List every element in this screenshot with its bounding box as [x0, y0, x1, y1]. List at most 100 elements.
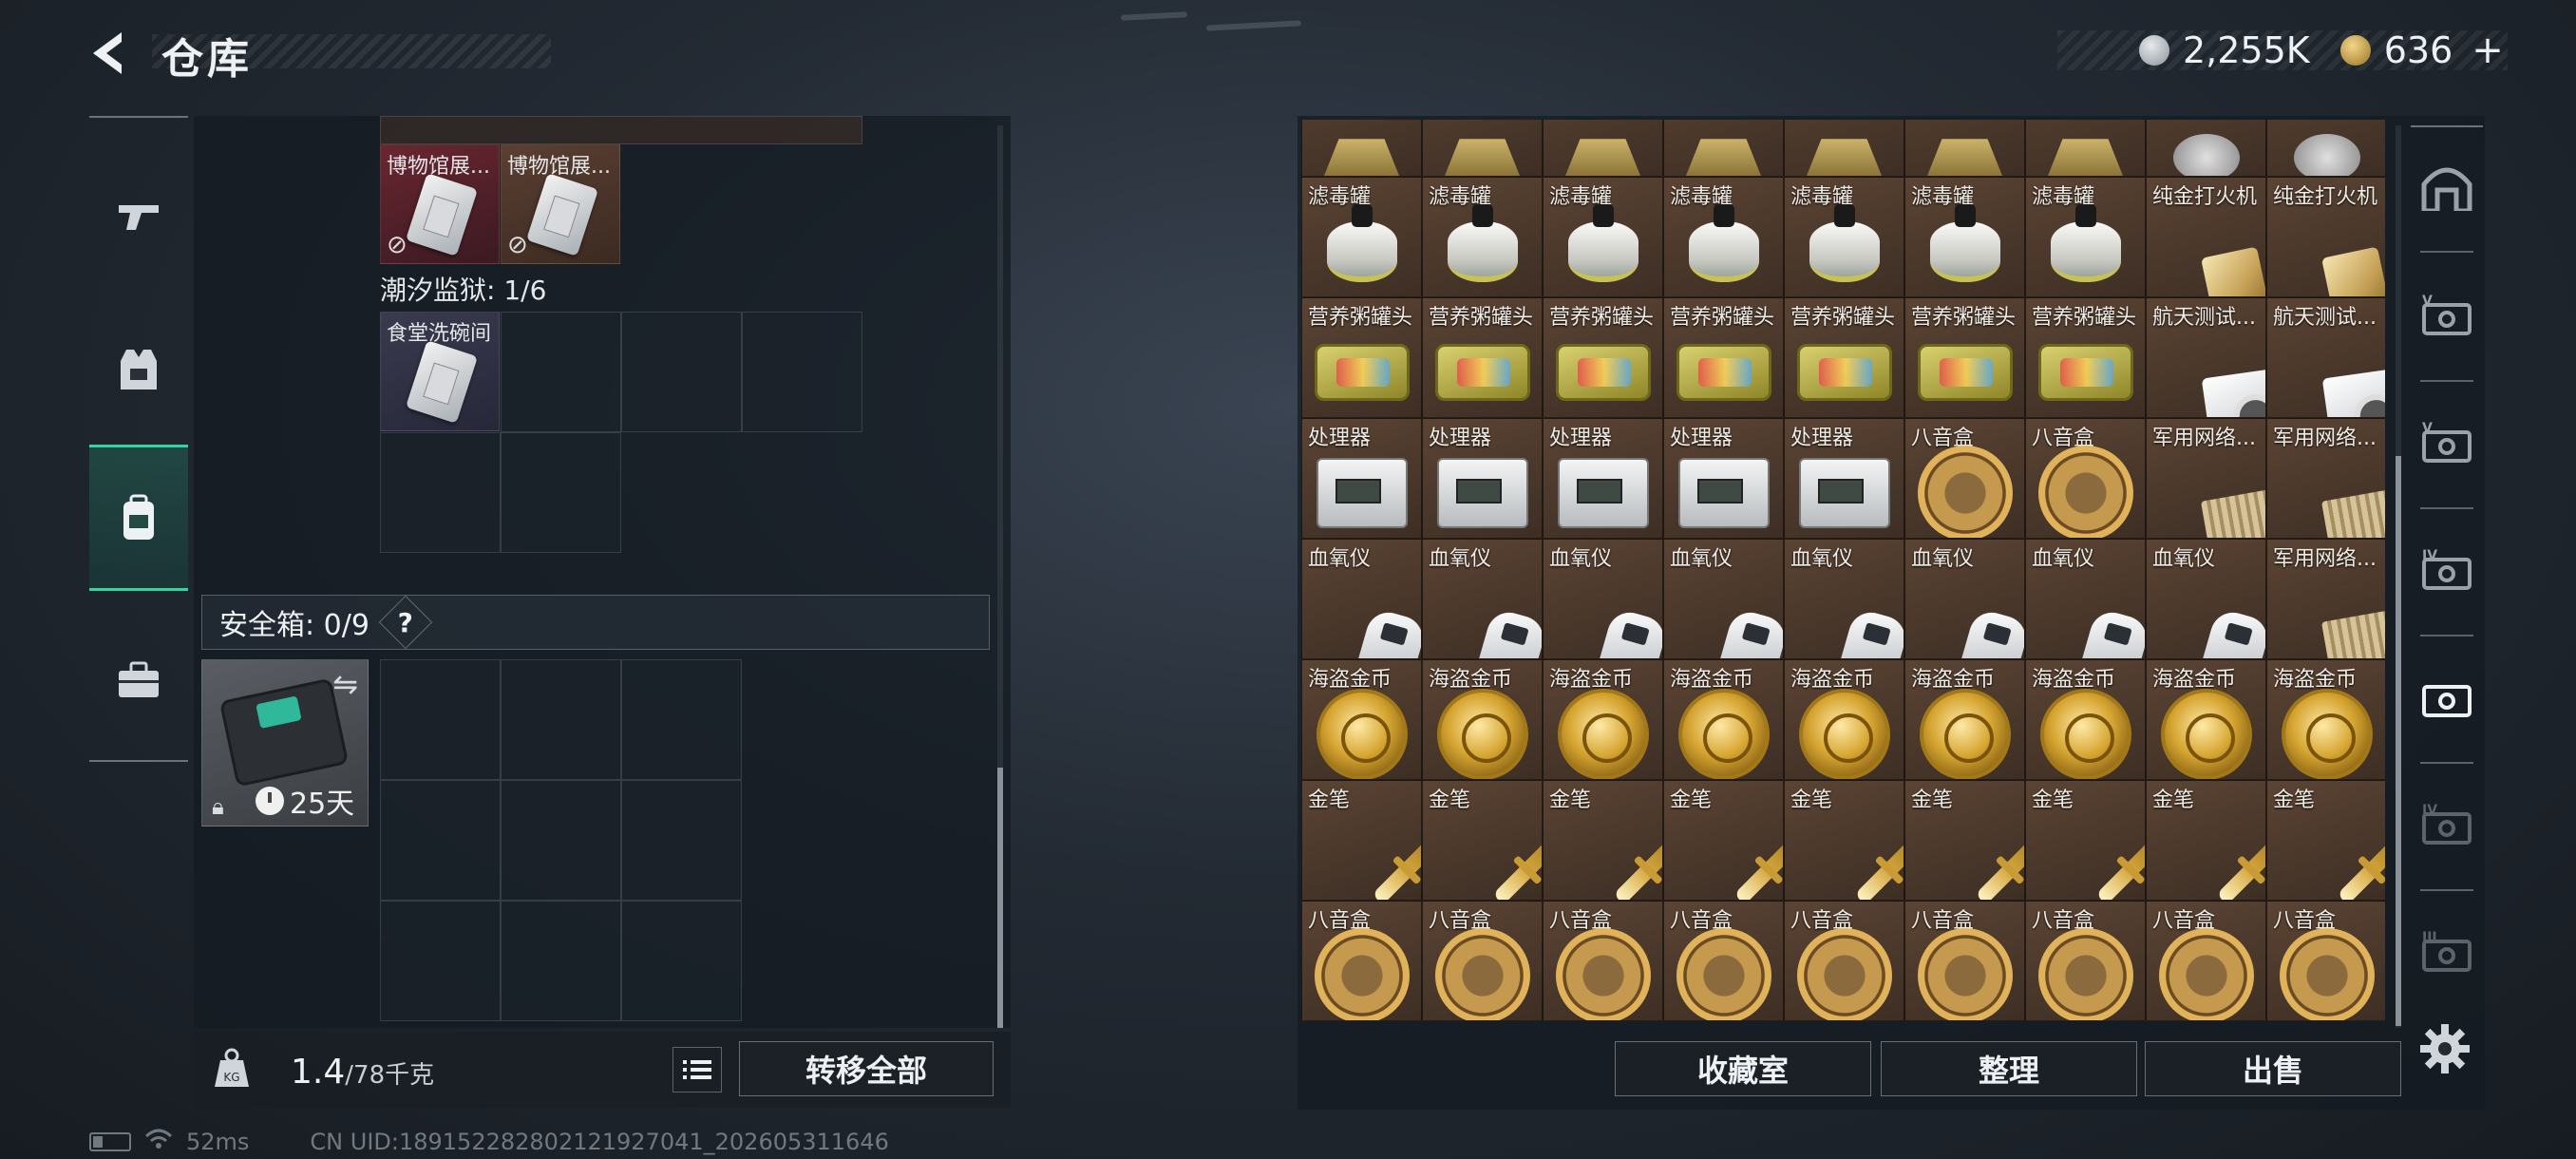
stash-item[interactable]: 血氧仪	[1301, 539, 1422, 659]
stash-item[interactable]: 滤毒罐	[1784, 177, 1904, 297]
empty-slot[interactable]	[621, 312, 742, 432]
stash-item[interactable]: 军用网络...	[2266, 418, 2385, 539]
stash-item[interactable]: 海盗金币	[2266, 659, 2385, 780]
stash-tab-home[interactable]	[2416, 156, 2477, 217]
stash-item[interactable]: 八音盒	[2146, 901, 2266, 1021]
stash-item[interactable]: 金笔	[2266, 780, 2385, 901]
stash-item[interactable]: 八音盒	[1543, 901, 1663, 1021]
stash-item[interactable]: 航天测试...	[2266, 297, 2385, 418]
stash-tab-v1[interactable]: V	[2416, 285, 2477, 346]
stash-item[interactable]: 血氧仪	[2146, 539, 2266, 659]
stash-item[interactable]: 军用网络...	[2266, 539, 2385, 659]
canteen-keycard[interactable]: 食堂洗碗间	[380, 312, 500, 431]
safe-box-slot[interactable]	[621, 780, 742, 901]
settings-gear-icon[interactable]	[2418, 1022, 2472, 1075]
stash-item[interactable]: 金笔	[1543, 780, 1663, 901]
stash-item[interactable]: 滤毒罐	[1663, 177, 1784, 297]
stash-item[interactable]: 营养粥罐头	[1784, 297, 1904, 418]
stash-item-partial[interactable]	[1663, 120, 1784, 177]
safe-box-slot[interactable]	[380, 780, 501, 901]
stash-scroll-thumb[interactable]	[2396, 456, 2401, 1026]
empty-slot[interactable]	[380, 432, 501, 553]
stash-item[interactable]: 海盗金币	[1301, 659, 1422, 780]
stash-item[interactable]: 金笔	[1784, 780, 1904, 901]
safe-box[interactable]: ⇋ 🔒︎ 25天	[201, 659, 369, 826]
stash-item-partial[interactable]	[1904, 120, 2025, 177]
stash-item[interactable]: 滤毒罐	[1543, 177, 1663, 297]
safe-box-slot[interactable]	[501, 901, 621, 1021]
backpack-scroll-thumb[interactable]	[997, 768, 1003, 1028]
stash-item[interactable]: 八音盒	[1784, 901, 1904, 1021]
stash-item[interactable]: 航天测试...	[2146, 297, 2266, 418]
stash-item[interactable]: 海盗金币	[2146, 659, 2266, 780]
stash-item[interactable]: 血氧仪	[1904, 539, 2025, 659]
stash-item[interactable]: 处理器	[1784, 418, 1904, 539]
list-view-button[interactable]	[672, 1047, 722, 1092]
stash-tab-v2[interactable]: V	[2416, 412, 2477, 473]
stash-item[interactable]: 滤毒罐	[1301, 177, 1422, 297]
stash-item[interactable]: 八音盒	[2025, 901, 2146, 1021]
stash-item[interactable]: 血氧仪	[2025, 539, 2146, 659]
stash-item[interactable]: 八音盒	[2266, 901, 2385, 1021]
stash-item[interactable]: 海盗金币	[1784, 659, 1904, 780]
stash-tab-selected[interactable]	[2416, 667, 2477, 728]
transfer-all-button[interactable]: 转移全部	[739, 1041, 994, 1096]
safe-box-slot[interactable]	[501, 780, 621, 901]
stash-item[interactable]: 八音盒	[1663, 901, 1784, 1021]
stash-item[interactable]: 八音盒	[1904, 418, 2025, 539]
add-currency-button[interactable]: +	[2472, 28, 2504, 72]
stash-item[interactable]: 金笔	[1301, 780, 1422, 901]
stash-item[interactable]: 海盗金币	[2025, 659, 2146, 780]
stash-item[interactable]: 八音盒	[1422, 901, 1543, 1021]
stash-item[interactable]: 血氧仪	[1422, 539, 1543, 659]
sort-button[interactable]: 整理	[1881, 1041, 2137, 1096]
stash-item-partial[interactable]	[1784, 120, 1904, 177]
stash-item[interactable]: 处理器	[1663, 418, 1784, 539]
stash-item[interactable]: 营养粥罐头	[2025, 297, 2146, 418]
stash-item-partial[interactable]	[2266, 120, 2385, 177]
nav-weapon[interactable]	[89, 167, 188, 266]
safe-box-slot[interactable]	[621, 659, 742, 780]
stash-item[interactable]: 八音盒	[1904, 901, 2025, 1021]
stash-item[interactable]: 血氧仪	[1784, 539, 1904, 659]
stash-item[interactable]: 滤毒罐	[1422, 177, 1543, 297]
stash-item[interactable]: 八音盒	[1301, 901, 1422, 1021]
safe-box-slot[interactable]	[501, 659, 621, 780]
museum-item[interactable]: 博物馆展... ⊘	[380, 144, 500, 264]
stash-item-partial[interactable]	[2146, 120, 2266, 177]
stash-item[interactable]: 营养粥罐头	[1663, 297, 1784, 418]
stash-tab-iv-locked[interactable]: IV	[2416, 794, 2477, 855]
stash-item[interactable]: 海盗金币	[1543, 659, 1663, 780]
stash-item[interactable]: 金笔	[1663, 780, 1784, 901]
stash-tab-iii-locked[interactable]: III	[2416, 922, 2477, 982]
safe-box-slot[interactable]	[380, 901, 501, 1021]
stash-item[interactable]: 滤毒罐	[1904, 177, 2025, 297]
nav-case[interactable]	[89, 631, 188, 730]
stash-item-partial[interactable]	[2025, 120, 2146, 177]
collection-room-button[interactable]: 收藏室	[1615, 1041, 1871, 1096]
stash-item[interactable]: 营养粥罐头	[1904, 297, 2025, 418]
stash-item[interactable]: 处理器	[1422, 418, 1543, 539]
stash-item-partial[interactable]	[1301, 120, 1422, 177]
stash-item[interactable]: 血氧仪	[1543, 539, 1663, 659]
help-icon[interactable]: ?	[378, 595, 433, 650]
stash-item[interactable]: 金笔	[1904, 780, 2025, 901]
stash-item-partial[interactable]	[1422, 120, 1543, 177]
stash-item[interactable]: 滤毒罐	[2025, 177, 2146, 297]
safe-box-slot[interactable]	[621, 901, 742, 1021]
stash-item[interactable]: 金笔	[2025, 780, 2146, 901]
stash-item[interactable]: 营养粥罐头	[1301, 297, 1422, 418]
stash-item[interactable]: 海盗金币	[1663, 659, 1784, 780]
empty-slot[interactable]	[742, 312, 862, 432]
stash-item[interactable]: 金笔	[2146, 780, 2266, 901]
safe-box-slot[interactable]	[380, 659, 501, 780]
stash-item[interactable]: 处理器	[1301, 418, 1422, 539]
stash-item[interactable]: 八音盒	[2025, 418, 2146, 539]
museum-item[interactable]: 博物馆展... ⊘	[501, 144, 620, 264]
empty-slot[interactable]	[501, 312, 621, 432]
stash-item-partial[interactable]	[1543, 120, 1663, 177]
stash-item[interactable]: 营养粥罐头	[1422, 297, 1543, 418]
swap-icon[interactable]: ⇋	[332, 666, 358, 702]
empty-slot[interactable]	[501, 432, 621, 553]
stash-item[interactable]: 金笔	[1422, 780, 1543, 901]
